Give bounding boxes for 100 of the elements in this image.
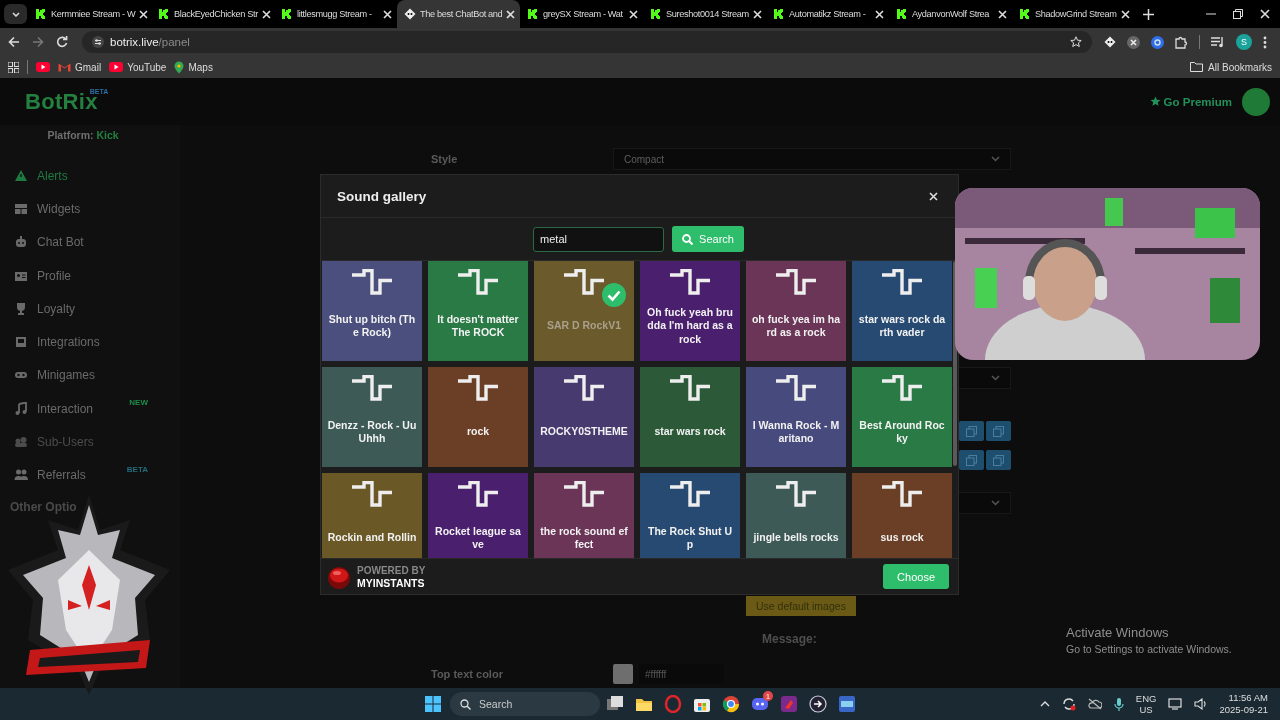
sound-tile[interactable]: jingle bells rocks xyxy=(746,473,846,558)
watermark-text: Go to Settings to activate Windows. xyxy=(1066,643,1232,655)
close-icon[interactable] xyxy=(139,9,149,19)
sidebar-item[interactable]: Loyalty xyxy=(0,292,180,326)
sound-tile[interactable]: Rocket league save xyxy=(428,473,528,558)
field-label: Message: xyxy=(762,632,818,646)
close-icon[interactable] xyxy=(383,9,392,19)
close-icon[interactable] xyxy=(1121,9,1130,19)
close-icon[interactable] xyxy=(875,9,884,19)
sidebar-item[interactable]: Referrals BETA xyxy=(0,458,180,492)
app-icon[interactable] xyxy=(780,695,798,713)
play-icon[interactable] xyxy=(36,62,50,72)
browser-tab[interactable]: greySX Stream - Wat xyxy=(520,0,643,28)
all-bookmarks-button[interactable]: All Bookmarks xyxy=(1190,61,1272,73)
select-field[interactable] xyxy=(957,367,1011,389)
browser-tab[interactable]: Automatikz Stream - xyxy=(766,0,889,28)
sidebar-item[interactable]: Chat Bot xyxy=(0,225,180,259)
go-premium-link[interactable]: Go Premium xyxy=(1149,95,1232,108)
ring-icon[interactable] xyxy=(1151,35,1164,49)
close-icon[interactable] xyxy=(752,9,762,19)
browser-tab[interactable]: Kermmiee Stream - W xyxy=(28,0,151,28)
diamond-icon xyxy=(1104,36,1116,48)
sync-icon[interactable] xyxy=(1061,697,1076,711)
sound-wave-icon xyxy=(456,481,500,507)
search-field[interactable]: metal xyxy=(533,226,665,252)
sidebar-item[interactable]: Minigames xyxy=(0,358,180,393)
back-arrow-icon[interactable] xyxy=(8,36,20,48)
app-icon[interactable] xyxy=(838,695,856,713)
sound-tile[interactable]: Best Around Rocky xyxy=(852,367,952,467)
sound-tile[interactable]: star wars rock darth vader xyxy=(852,261,952,361)
task-view-icon[interactable] xyxy=(606,695,624,713)
sound-wave-icon xyxy=(350,375,394,401)
close-icon[interactable] xyxy=(629,9,638,19)
robot-icon xyxy=(14,235,28,250)
sound-tile[interactable]: Oh fuck yeah brudda I'm hard as a rock xyxy=(640,261,740,361)
logo-icon xyxy=(281,8,293,20)
x-circle-icon[interactable] xyxy=(1127,35,1140,49)
speaker-icon[interactable] xyxy=(1194,698,1208,710)
sound-tile[interactable]: rock xyxy=(428,367,528,467)
sound-tile[interactable]: oh fuck yea im hard as a rock xyxy=(746,261,846,361)
sound-tile[interactable]: sus rock xyxy=(852,473,952,558)
browser-icon[interactable] xyxy=(722,695,740,713)
cloud-off-icon[interactable] xyxy=(1087,698,1102,710)
chevron-down-icon xyxy=(991,500,1000,506)
bookmark-link[interactable]: Gmail xyxy=(58,61,102,73)
sidebar-item[interactable]: Integrations xyxy=(0,325,180,359)
section-heading: Other Optio xyxy=(9,499,78,514)
select-field[interactable] xyxy=(957,492,1011,514)
close-icon[interactable] xyxy=(1260,9,1270,19)
user-avatar[interactable] xyxy=(1242,87,1270,116)
browser-tab[interactable]: The best ChatBot and xyxy=(397,0,520,28)
close-icon[interactable] xyxy=(929,191,938,201)
sidebar-item[interactable]: Widgets xyxy=(0,192,180,226)
sound-tile[interactable]: the rock sound effect xyxy=(534,473,634,558)
sound-tile[interactable]: star wars rock xyxy=(640,367,740,467)
language-indicator[interactable]: ENG US xyxy=(1135,693,1157,715)
browser-tab[interactable]: BlackEyedChicken Str xyxy=(151,0,274,28)
sound-tile[interactable]: ROCKY0STHEME xyxy=(534,367,634,467)
sound-tile[interactable]: The Rock Shut Up xyxy=(640,473,740,558)
playlist-icon[interactable] xyxy=(1211,36,1225,48)
search-box[interactable]: Search xyxy=(450,692,600,716)
reload-icon[interactable] xyxy=(56,36,68,48)
forward-arrow-icon[interactable] xyxy=(32,36,44,48)
watermark-title: Activate Windows xyxy=(1066,625,1170,640)
sound-tile[interactable]: Denzz - Rock - Uu Uhhh xyxy=(322,367,422,467)
sidebar-item[interactable]: Alerts xyxy=(0,159,180,193)
microphone-icon[interactable] xyxy=(1113,697,1124,711)
plus-icon[interactable] xyxy=(1143,8,1154,20)
field-label: Style xyxy=(431,153,459,165)
chevron-up-icon[interactable] xyxy=(1039,701,1050,707)
bookmark-link[interactable]: YouTube xyxy=(109,61,167,73)
sound-tile[interactable]: I Wanna Rock - Maritano xyxy=(746,367,846,467)
browser-tab[interactable]: Sureshot0014 Stream xyxy=(643,0,766,28)
bookmark-link[interactable]: Maps xyxy=(174,60,213,74)
color-swatch[interactable] xyxy=(613,664,633,684)
address-bar[interactable]: botrix.live/panel xyxy=(82,31,1092,53)
sound-tile[interactable]: Shut up bitch (The Rock) xyxy=(322,261,422,361)
restore-icon[interactable] xyxy=(1233,9,1243,19)
browser-tab[interactable]: AydanvonWolf Strea xyxy=(889,0,1012,28)
close-icon[interactable] xyxy=(261,9,271,19)
start-icon[interactable] xyxy=(425,696,441,712)
close-icon[interactable] xyxy=(998,9,1007,19)
sound-wave-icon xyxy=(668,375,712,401)
close-icon[interactable] xyxy=(506,9,516,19)
apps-grid-icon[interactable] xyxy=(8,61,19,73)
chat-app-icon[interactable] xyxy=(751,695,769,713)
tab-search-button[interactable] xyxy=(4,4,27,24)
clock[interactable]: 11:56 AM 2025-09-21 xyxy=(1219,692,1268,716)
sound-tile[interactable]: It doesn't matter The ROCK xyxy=(428,261,528,361)
sidebar-item[interactable]: Profile xyxy=(0,258,180,293)
chevron-down-icon xyxy=(11,11,20,17)
kebab-menu-icon[interactable] xyxy=(1263,35,1267,49)
puzzle-icon[interactable] xyxy=(1175,35,1188,49)
logo-icon xyxy=(527,8,539,20)
browser-tab[interactable]: littlesmugg Stream - xyxy=(274,0,397,28)
sidebar-item[interactable]: Interaction NEW xyxy=(0,392,180,426)
browser-tab[interactable]: ShadowGrind Stream xyxy=(1012,0,1135,28)
sound-tile[interactable]: Rockin and Rollin xyxy=(322,473,422,558)
new-label: NEW xyxy=(129,398,148,408)
star-icon[interactable] xyxy=(1070,36,1082,48)
